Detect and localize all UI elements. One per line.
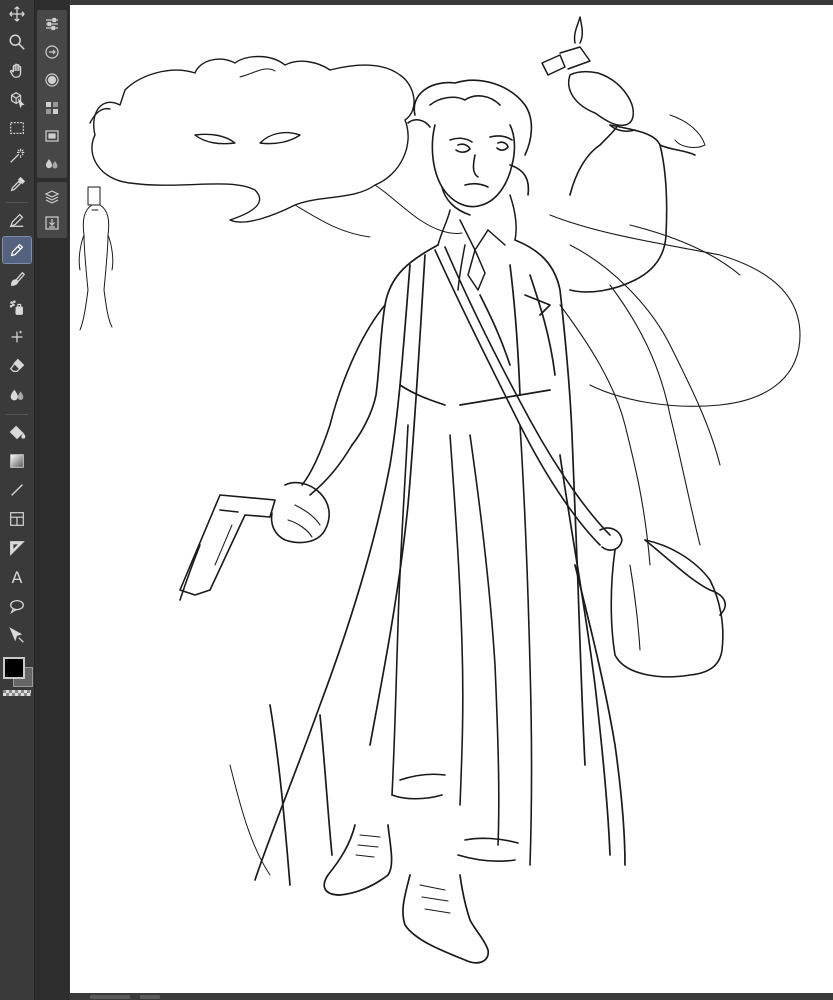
trousers-sketch [391, 424, 533, 866]
foreground-color-chip[interactable] [3, 657, 25, 679]
horizontal-scroll-thumb[interactable] [90, 995, 130, 999]
tool-bar: A [0, 0, 35, 1000]
decoration-icon[interactable] [3, 324, 31, 350]
layer-import-icon[interactable] [42, 213, 62, 233]
text-tool-glyph: A [11, 567, 23, 587]
collar-tie-sketch [437, 194, 517, 291]
eraser-icon[interactable] [3, 353, 31, 379]
drawing-canvas[interactable] [70, 5, 833, 993]
brush-icon[interactable] [3, 266, 31, 292]
color-set-icon[interactable] [42, 98, 62, 118]
blend-drops-icon[interactable] [42, 154, 62, 174]
ruler-icon[interactable] [3, 535, 31, 561]
pencil-icon[interactable] [2, 236, 32, 264]
gradient-icon[interactable] [3, 448, 31, 474]
app-window: A [0, 0, 833, 1000]
satchel-sketch [434, 246, 726, 678]
sketch-drawing [78, 16, 801, 964]
auto-select-icon[interactable] [3, 143, 31, 169]
balloon-icon[interactable] [3, 593, 31, 619]
raised-arm-sketch [569, 114, 706, 293]
color-chips[interactable] [2, 655, 33, 687]
correct-line-icon[interactable] [3, 622, 31, 648]
eyedropper-icon[interactable] [3, 172, 31, 198]
object-select-icon[interactable] [3, 86, 31, 112]
fill-icon[interactable] [3, 419, 31, 445]
smoke-ghost-sketch [89, 55, 463, 238]
layer-icon-group [37, 182, 67, 238]
horizontal-scroll-thumb-2[interactable] [140, 995, 160, 999]
pistol-hand-sketch [179, 304, 386, 601]
frame-icon[interactable] [3, 506, 31, 532]
tool-property-icon[interactable] [42, 14, 62, 34]
line-icon[interactable] [3, 477, 31, 503]
mini-figure-sketch [78, 186, 114, 331]
zoom-icon[interactable] [3, 29, 31, 55]
blend-icon[interactable] [3, 382, 31, 408]
navigator-icon[interactable] [42, 126, 62, 146]
coat-body-sketch [229, 239, 626, 886]
subtool-icon[interactable] [42, 42, 62, 62]
text-icon[interactable]: A [3, 564, 31, 590]
coat-cape-sketch [549, 214, 801, 566]
canvas-status-bar [70, 993, 833, 1000]
palette-dock [35, 0, 69, 1000]
move-icon[interactable] [3, 1, 31, 27]
shoes-sketch [323, 824, 490, 964]
layers-icon[interactable] [42, 187, 62, 207]
transparent-color-chip[interactable] [3, 690, 31, 696]
color-wheel-icon[interactable] [42, 70, 62, 90]
rect-select-icon[interactable] [3, 115, 31, 141]
head-sketch [407, 79, 533, 216]
palette-icon-group [37, 10, 67, 178]
pen-icon[interactable] [3, 207, 31, 233]
lighter-hand-sketch [541, 16, 636, 132]
airbrush-icon[interactable] [3, 295, 31, 321]
hand-icon[interactable] [3, 58, 31, 84]
